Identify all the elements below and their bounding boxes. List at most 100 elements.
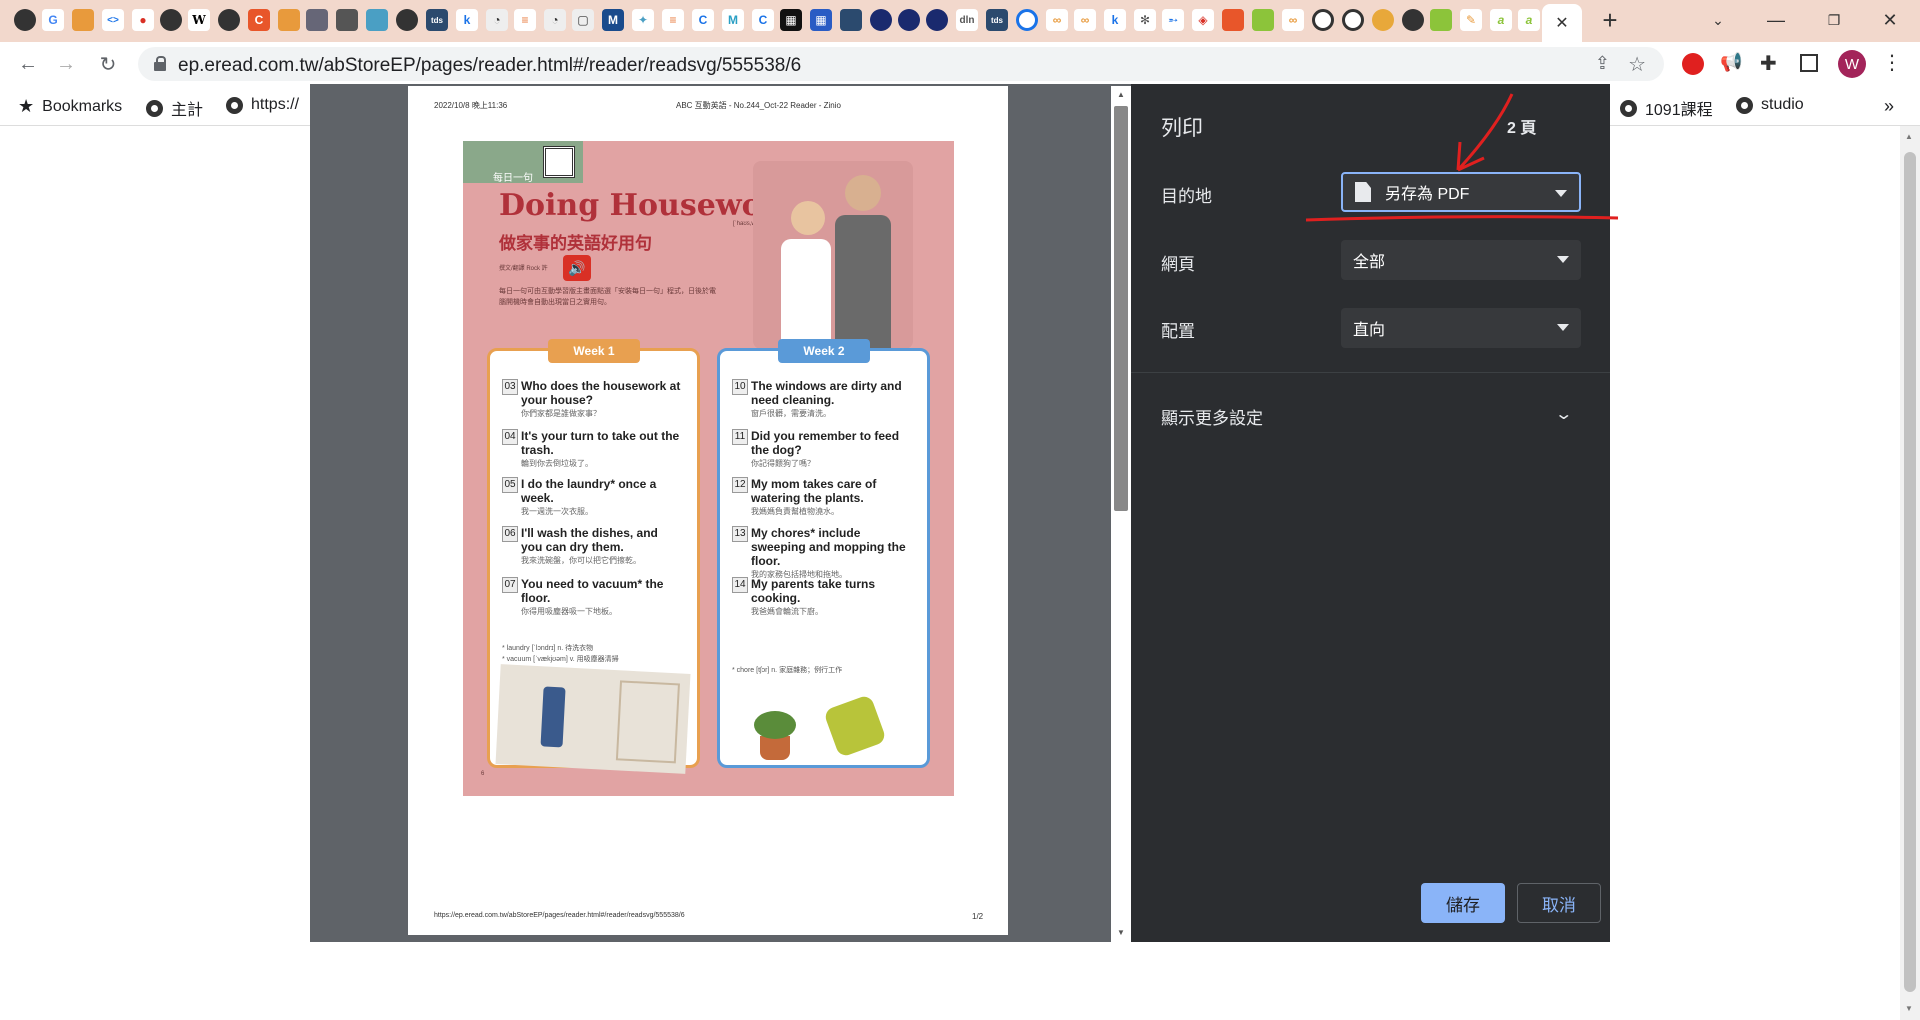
- scroll-down-arrow-icon[interactable]: ▼: [1117, 928, 1125, 937]
- tab-favicon-app-icon[interactable]: ✦: [632, 9, 654, 31]
- tab-favicon-c-icon[interactable]: C: [752, 9, 774, 31]
- tab-favicon-circle-icon[interactable]: [1312, 9, 1334, 31]
- tab-favicon-globe-icon[interactable]: [396, 9, 418, 31]
- chevron-down-icon: ⌄: [1554, 406, 1574, 423]
- tab-favicon-box-icon[interactable]: [72, 9, 94, 31]
- phrase-english: Did you remember to feed the dog?: [751, 429, 900, 457]
- bookmarks-overflow-button[interactable]: »: [1884, 96, 1894, 117]
- tab-favicon-app-icon[interactable]: [366, 9, 388, 31]
- tab-favicon-m-icon[interactable]: M: [722, 9, 744, 31]
- tab-favicon-wikipedia-icon[interactable]: W: [188, 9, 210, 31]
- back-button[interactable]: ←: [14, 50, 42, 78]
- tab-favicon-app-icon[interactable]: [306, 9, 328, 31]
- tab-favicon-app-icon[interactable]: [1252, 9, 1274, 31]
- tab-search-chevron-icon[interactable]: ⌄: [1700, 8, 1736, 32]
- tab-favicon-globe-icon[interactable]: [1402, 9, 1424, 31]
- phrase-item: 03 Who does the housework at your house? 你…: [502, 379, 681, 421]
- bookmark-item[interactable]: 主計: [146, 96, 203, 120]
- tab-favicon-circle-icon[interactable]: [898, 9, 920, 31]
- cancel-button[interactable]: 取消: [1517, 883, 1601, 923]
- tab-favicon-dln-icon[interactable]: dln: [956, 9, 978, 31]
- tab-favicon-tds-icon[interactable]: tds: [426, 9, 448, 31]
- tab-favicon-office-icon[interactable]: [1222, 9, 1244, 31]
- tab-favicon-cube-icon[interactable]: ▢: [572, 9, 594, 31]
- pages-select[interactable]: 全部: [1341, 240, 1581, 280]
- bookmark-item[interactable]: https://: [226, 96, 299, 114]
- bookmarks-menu[interactable]: ★ Bookmarks: [18, 96, 122, 117]
- active-tab[interactable]: ✕: [1542, 4, 1582, 42]
- scroll-up-arrow-icon[interactable]: ▲: [1117, 90, 1125, 99]
- tab-favicon-a-icon[interactable]: a: [1518, 9, 1540, 31]
- tab-favicon-logo-icon[interactable]: ◈: [1192, 9, 1214, 31]
- forward-button[interactable]: →: [52, 50, 80, 78]
- tab-favicon-k-icon[interactable]: k: [1104, 9, 1126, 31]
- tab-favicon-c-icon[interactable]: C: [248, 9, 270, 31]
- extensions-puzzle-icon[interactable]: ✚: [1760, 51, 1777, 76]
- preview-header-date: 2022/10/8 晚上11:36: [434, 101, 508, 110]
- tab-favicon-a-icon[interactable]: a: [1490, 9, 1512, 31]
- tab-favicon-tds-icon[interactable]: tds: [986, 9, 1008, 31]
- minimize-button[interactable]: —: [1758, 8, 1794, 32]
- tab-favicon-globe-icon[interactable]: [160, 9, 182, 31]
- tab-favicon-circle-icon[interactable]: [1016, 9, 1038, 31]
- tab-favicon-globe-icon[interactable]: [14, 9, 36, 31]
- share-icon[interactable]: ⇪: [1595, 53, 1610, 74]
- tab-favicon-infinity-icon[interactable]: ∞: [1074, 9, 1096, 31]
- scroll-up-arrow-icon[interactable]: ▲: [1905, 132, 1913, 141]
- tab-favicon-bug-icon[interactable]: ✻: [1134, 9, 1156, 31]
- preview-scrollbar[interactable]: ▲ ▼: [1111, 86, 1131, 942]
- tab-favicon-app-icon[interactable]: [1430, 9, 1452, 31]
- footnote: * vacuum [ˈvækjʊəm] v. 用吸塵器清掃: [502, 656, 619, 663]
- save-button[interactable]: 儲存: [1421, 883, 1505, 923]
- tab-favicon-app-icon[interactable]: ✎: [1460, 9, 1482, 31]
- browser-menu-icon[interactable]: ⋮: [1882, 50, 1902, 75]
- bookmark-item[interactable]: 1091課程: [1620, 96, 1713, 120]
- tab-favicon-app-icon[interactable]: [840, 9, 862, 31]
- megaphone-extension-icon[interactable]: 📢: [1720, 52, 1742, 73]
- bookmark-item[interactable]: studio: [1736, 96, 1804, 114]
- side-panel-icon[interactable]: [1800, 54, 1818, 72]
- tab-favicon-stack-icon[interactable]: ≡: [662, 9, 684, 31]
- tab-favicon-github-icon[interactable]: ◔: [486, 9, 508, 31]
- tab-favicon-infinity-icon[interactable]: ∞: [1282, 9, 1304, 31]
- tab-favicon-code-icon[interactable]: <>: [102, 9, 124, 31]
- tab-favicon-globe-icon[interactable]: [218, 9, 240, 31]
- tab-favicon-grid-icon[interactable]: ▦: [780, 9, 802, 31]
- tab-favicon-face-icon[interactable]: [1372, 9, 1394, 31]
- layout-select[interactable]: 直向: [1341, 308, 1581, 348]
- scroll-down-arrow-icon[interactable]: ▼: [1905, 1004, 1913, 1013]
- tab-favicon-circle-icon[interactable]: [1342, 9, 1364, 31]
- week1-label: Week 1: [548, 339, 640, 363]
- tab-favicon-circle-icon[interactable]: [870, 9, 892, 31]
- week2-label: Week 2: [778, 339, 870, 363]
- tab-favicon-infinity-icon[interactable]: ∞: [1046, 9, 1068, 31]
- address-bar[interactable]: ep.eread.com.tw/abStoreEP/pages/reader.h…: [138, 47, 1664, 81]
- bookmark-star-icon[interactable]: ☆: [1628, 52, 1646, 77]
- adblock-extension-icon[interactable]: [1682, 53, 1704, 75]
- tab-favicon-circle-icon[interactable]: [926, 9, 948, 31]
- tab-favicon-c-icon[interactable]: C: [692, 9, 714, 31]
- close-window-button[interactable]: ✕: [1872, 8, 1908, 32]
- reload-button[interactable]: ↻: [94, 50, 122, 78]
- tab-favicon-book-icon[interactable]: [336, 9, 358, 31]
- tab-favicon-m-icon[interactable]: M: [602, 9, 624, 31]
- tab-favicon-github-icon[interactable]: ◔: [544, 9, 566, 31]
- scroll-thumb[interactable]: [1904, 152, 1916, 992]
- tab-favicon-stack-icon[interactable]: ≡: [514, 9, 536, 31]
- profile-avatar[interactable]: W: [1838, 50, 1866, 78]
- daily-banner-label: 每日一句: [493, 173, 533, 184]
- page-scrollbar[interactable]: ▲ ▼: [1900, 126, 1920, 1020]
- new-tab-button[interactable]: +: [1592, 5, 1628, 35]
- scroll-thumb[interactable]: [1114, 106, 1128, 511]
- phrase-chinese: 你得用吸塵器吸一下地板。: [521, 607, 617, 616]
- tab-close-icon[interactable]: ✕: [1555, 13, 1568, 33]
- restore-button[interactable]: ❐: [1816, 8, 1852, 32]
- more-settings-toggle[interactable]: 顯示更多設定 ⌄: [1131, 384, 1610, 444]
- tab-favicon-dot-icon[interactable]: ●: [132, 9, 154, 31]
- tab-favicon-grid-icon[interactable]: ▦: [810, 9, 832, 31]
- tab-favicon-google-icon[interactable]: G: [42, 9, 64, 31]
- tab-favicon-fish-icon[interactable]: ➵: [1162, 9, 1184, 31]
- tab-favicon-box-icon[interactable]: [278, 9, 300, 31]
- phrase-item: 04 It's your turn to take out the trash. 輪…: [502, 429, 681, 471]
- tab-favicon-k-icon[interactable]: k: [456, 9, 478, 31]
